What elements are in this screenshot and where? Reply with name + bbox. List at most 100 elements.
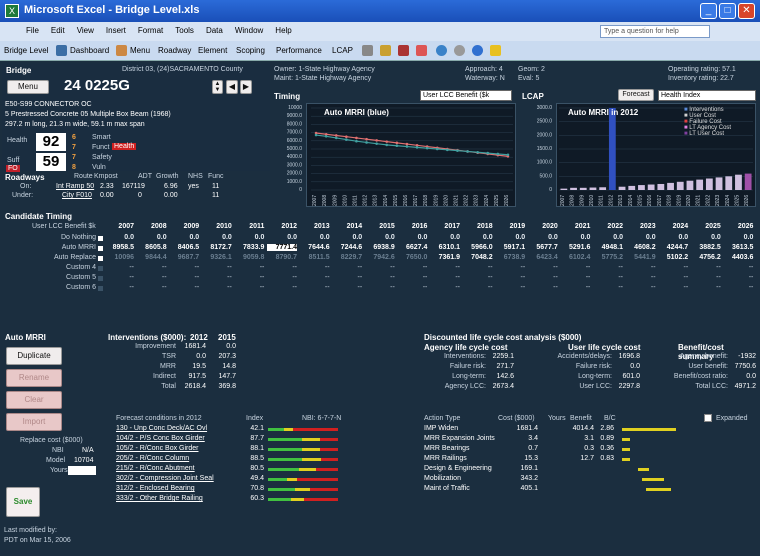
candidate-cell[interactable]: -- xyxy=(137,284,167,291)
candidate-cell[interactable]: 7361.9 xyxy=(430,254,460,261)
candidate-cell[interactable]: -- xyxy=(202,264,232,271)
forecast-element-link[interactable]: 312/2 - Enclosed Bearing xyxy=(116,485,195,492)
action-type[interactable]: Design & Engineering xyxy=(424,465,492,472)
candidate-cell[interactable]: 7650.0 xyxy=(397,254,427,261)
road-on-route[interactable]: Int Ramp 50 xyxy=(56,183,94,190)
candidate-cell[interactable]: 8958.5 xyxy=(104,244,134,251)
candidate-cell[interactable]: -- xyxy=(626,284,656,291)
candidate-cell[interactable]: 7244.6 xyxy=(332,244,362,251)
candidate-cell[interactable]: -- xyxy=(528,284,558,291)
candidate-cell[interactable]: 0.0 xyxy=(463,234,493,241)
candidate-cell[interactable]: 6102.4 xyxy=(560,254,590,261)
candidate-row-marker[interactable] xyxy=(98,236,103,241)
candidate-cell[interactable]: 5775.2 xyxy=(593,254,623,261)
candidate-cell[interactable]: -- xyxy=(723,284,754,291)
help-search-input[interactable]: Type a question for help xyxy=(600,25,710,38)
maximize-icon[interactable]: □ xyxy=(719,3,736,19)
candidate-cell[interactable]: -- xyxy=(430,264,460,271)
candidate-cell[interactable]: -- xyxy=(560,264,591,271)
minimize-icon[interactable]: _ xyxy=(700,3,717,19)
candidate-cell[interactable]: -- xyxy=(300,284,330,291)
key-icon[interactable] xyxy=(490,45,501,56)
candidate-cell[interactable]: -- xyxy=(267,274,297,281)
candidate-cell[interactable]: -- xyxy=(593,284,623,291)
globe-icon[interactable] xyxy=(454,45,465,56)
candidate-cell[interactable]: 5966.0 xyxy=(463,244,492,251)
prev-bridge-button[interactable]: ◀ xyxy=(226,80,238,94)
candidate-cell[interactable]: 0.0 xyxy=(332,234,362,241)
candidate-cell[interactable]: 0.0 xyxy=(104,234,134,241)
candidate-cell[interactable]: -- xyxy=(202,274,232,281)
candidate-cell[interactable]: 6738.9 xyxy=(495,254,525,261)
chart-icon[interactable] xyxy=(362,45,373,56)
candidate-cell[interactable]: -- xyxy=(593,274,623,281)
candidate-cell[interactable]: -- xyxy=(169,274,200,281)
candidate-cell[interactable]: -- xyxy=(528,274,558,281)
candidate-cell[interactable]: 5291.6 xyxy=(560,244,590,251)
candidate-cell[interactable]: 8406.5 xyxy=(169,244,199,251)
candidate-cell[interactable]: -- xyxy=(691,284,721,291)
candidate-cell[interactable]: 0.0 xyxy=(300,234,330,241)
candidate-cell[interactable]: -- xyxy=(528,264,558,271)
candidate-cell[interactable]: -- xyxy=(463,284,493,291)
candidate-cell[interactable]: 0.0 xyxy=(267,234,297,241)
candidate-cell[interactable]: 7771.4 xyxy=(267,244,297,251)
info-icon[interactable] xyxy=(472,45,483,56)
candidate-cell[interactable]: -- xyxy=(169,264,200,271)
candidate-cell[interactable]: 5677.7 xyxy=(528,244,557,251)
action-type[interactable]: IMP Widen xyxy=(424,425,458,432)
candidate-row-marker[interactable] xyxy=(98,286,103,291)
candidate-cell[interactable]: 0.0 xyxy=(169,234,199,241)
expanded-checkbox[interactable] xyxy=(704,414,712,422)
candidate-cell[interactable]: 0.0 xyxy=(202,234,232,241)
menu-window[interactable]: Window xyxy=(229,22,269,35)
candidate-cell[interactable]: 3613.5 xyxy=(723,244,753,251)
toolbar-roadway[interactable]: Roadway xyxy=(158,46,191,55)
candidate-cell[interactable]: -- xyxy=(267,264,297,271)
candidate-cell[interactable]: 9326.1 xyxy=(202,254,231,261)
toolbar-element[interactable]: Element xyxy=(198,46,227,55)
candidate-cell[interactable]: 8172.7 xyxy=(202,244,231,251)
toolbar-scoping[interactable]: Scoping xyxy=(236,46,265,55)
candidate-cell[interactable]: -- xyxy=(397,274,428,281)
candidate-cell[interactable]: 0.0 xyxy=(234,234,265,241)
candidate-row-marker[interactable] xyxy=(98,266,103,271)
candidate-cell[interactable]: -- xyxy=(691,264,721,271)
candidate-cell[interactable]: 9844.4 xyxy=(137,254,166,261)
forecast-button[interactable]: Forecast xyxy=(618,89,654,101)
forecast-element-link[interactable]: 130 - Unp Conc Deck/AC Ovl xyxy=(116,425,207,432)
candidate-cell[interactable]: 4948.1 xyxy=(593,244,623,251)
candidate-cell[interactable]: -- xyxy=(267,284,297,291)
candidate-cell[interactable]: -- xyxy=(430,274,460,281)
forecast-element-link[interactable]: 104/2 - P/S Conc Box Girder xyxy=(116,435,205,442)
import-button[interactable]: Import xyxy=(6,413,62,431)
candidate-cell[interactable]: 8790.7 xyxy=(267,254,297,261)
candidate-row-marker[interactable] xyxy=(98,246,103,251)
toolbar-bridge-level[interactable]: Bridge Level xyxy=(4,46,48,55)
action-type[interactable]: MRR Railings xyxy=(424,455,467,462)
candidate-cell[interactable]: 8229.7 xyxy=(332,254,362,261)
candidate-cell[interactable]: 0.0 xyxy=(365,234,395,241)
save-button[interactable]: Save xyxy=(6,487,40,517)
candidate-cell[interactable]: 7942.6 xyxy=(365,254,394,261)
action-type[interactable]: MRR Bearings xyxy=(424,445,470,452)
action-type[interactable]: MRR Expansion Joints xyxy=(424,435,495,442)
candidate-cell[interactable]: 0.0 xyxy=(528,234,558,241)
forecast-element-link[interactable]: 302/2 - Compression Joint Seal xyxy=(116,475,214,482)
candidate-cell[interactable]: -- xyxy=(658,274,689,281)
forecast-element-link[interactable]: 205/2 - R/Conc Column xyxy=(116,455,189,462)
candidate-cell[interactable]: -- xyxy=(658,284,689,291)
candidate-cell[interactable]: 7644.6 xyxy=(300,244,329,251)
menu-button[interactable]: Menu xyxy=(7,80,49,94)
candidate-cell[interactable]: -- xyxy=(104,264,134,271)
menu-format[interactable]: Format xyxy=(132,22,169,35)
next-bridge-button[interactable]: ▶ xyxy=(240,80,252,94)
folder-icon[interactable] xyxy=(380,45,391,56)
candidate-cell[interactable]: 0.0 xyxy=(626,234,656,241)
forecast-element-link[interactable]: 333/2 - Other Bridge Railing xyxy=(116,495,203,502)
candidate-cell[interactable]: 9059.8 xyxy=(234,254,264,261)
candidate-cell[interactable]: -- xyxy=(365,264,395,271)
candidate-cell[interactable]: -- xyxy=(365,284,395,291)
road-under-route[interactable]: City F010 xyxy=(62,192,92,199)
candidate-cell[interactable]: -- xyxy=(658,264,689,271)
